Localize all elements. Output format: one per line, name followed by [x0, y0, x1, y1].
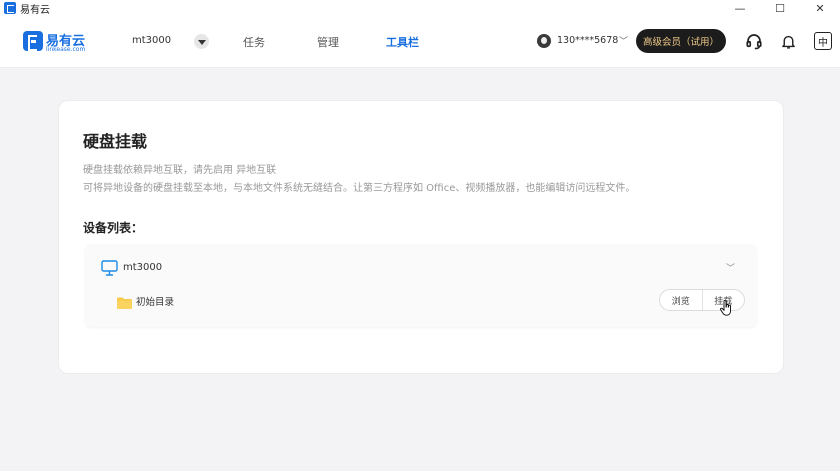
app-logo-icon [4, 2, 16, 14]
close-button[interactable]: ✕ [800, 0, 840, 16]
page-title: 硬盘挂载 [83, 132, 148, 151]
brand-logo-icon [23, 31, 43, 51]
folder-name: 初始目录 [136, 297, 175, 308]
language-toggle[interactable]: 中 [814, 32, 832, 50]
description-line-1: 硬盘挂载依赖异地互联，请先启用 异地互联 [83, 165, 277, 176]
description-line-2: 可将异地设备的硬盘挂载至本地，与本地文件系统无缝结合。让第三方程序如 Offic… [83, 183, 636, 194]
account-chevron-icon[interactable]: ﹀ [619, 34, 628, 47]
device-selector[interactable]: mt3000 [132, 35, 171, 46]
vip-button[interactable]: 高级会员（试用） [636, 29, 726, 53]
folder-actions: 浏览 挂载 [659, 289, 745, 311]
expand-chevron-icon[interactable]: ﹀ [726, 261, 735, 274]
browse-button[interactable]: 浏览 [660, 290, 702, 310]
device-name: mt3000 [123, 262, 163, 273]
disk-mount-card: 硬盘挂载 硬盘挂载依赖异地互联，请先启用 异地互联 可将异地设备的硬盘挂载至本地… [58, 100, 784, 374]
minimize-button[interactable]: — [720, 0, 760, 16]
tab-manage[interactable]: 管理 [317, 34, 339, 50]
user-account[interactable]: 130****5678 [557, 35, 618, 46]
tab-toolbar[interactable]: 工具栏 [386, 34, 419, 50]
avatar[interactable] [537, 34, 551, 48]
monitor-icon [101, 260, 118, 276]
maximize-button[interactable]: ☐ [760, 0, 800, 16]
top-nav: 易有云 linkease.com mt3000 任务 管理 工具栏 130***… [0, 16, 840, 68]
brand-subtitle: linkease.com [46, 46, 86, 53]
title-bar: 易有云 — ☐ ✕ [0, 0, 840, 16]
device-panel: mt3000 ﹀ 初始目录 浏览 挂载 [85, 244, 757, 327]
folder-icon [117, 294, 132, 309]
chevron-down-icon[interactable] [194, 34, 209, 49]
device-list-label: 设备列表： [83, 221, 144, 235]
window-controls: — ☐ ✕ [720, 0, 840, 16]
bell-icon[interactable] [778, 31, 798, 51]
hand-cursor-icon [720, 299, 732, 316]
window-title: 易有云 [20, 4, 50, 16]
tab-tasks[interactable]: 任务 [243, 34, 265, 50]
headset-icon[interactable] [744, 31, 764, 51]
